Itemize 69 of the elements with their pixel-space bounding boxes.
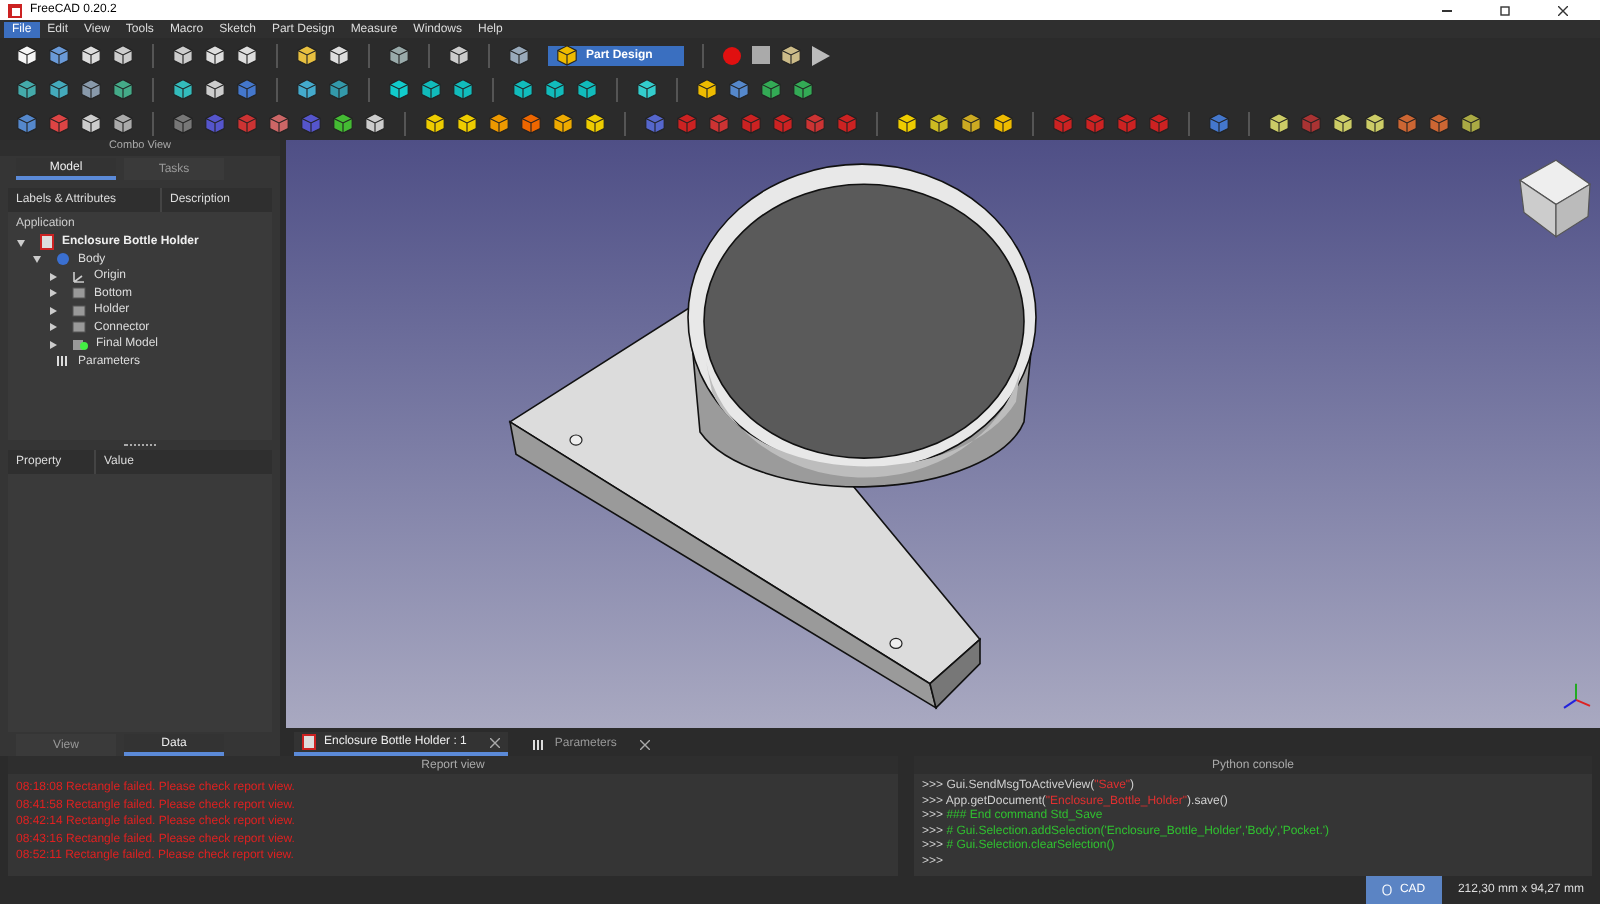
cube-icon[interactable] [236, 44, 258, 66]
cube-icon[interactable] [204, 78, 226, 100]
cube-icon[interactable] [80, 44, 102, 66]
cube-icon[interactable] [584, 112, 606, 134]
cube-icon[interactable] [456, 112, 478, 134]
cube-icon[interactable] [204, 44, 226, 66]
expand-arrow-icon[interactable] [48, 305, 58, 316]
cube-icon[interactable] [420, 78, 442, 100]
cube-icon[interactable] [448, 44, 470, 66]
document-icon [40, 234, 54, 251]
axes-icon [72, 269, 86, 284]
cube-icon[interactable] [80, 112, 102, 134]
cube-icon[interactable] [636, 78, 658, 100]
spreadsheet-icon [56, 354, 70, 369]
mouse-icon [1381, 884, 1392, 896]
cube-icon[interactable] [388, 44, 410, 66]
play-icon[interactable] [812, 45, 830, 65]
cube-icon[interactable] [452, 78, 474, 100]
cube-icon[interactable] [16, 78, 38, 100]
close-icon[interactable] [490, 737, 501, 747]
expand-arrow-icon[interactable] [16, 237, 26, 248]
expand-arrow-icon[interactable] [48, 322, 58, 333]
cube-icon[interactable] [296, 44, 318, 66]
cube-icon[interactable] [488, 112, 510, 134]
close-icon[interactable] [1558, 5, 1568, 15]
document-icon [302, 734, 316, 750]
3d-viewport[interactable] [286, 140, 1600, 728]
spreadsheet-icon [532, 737, 547, 751]
cube-icon[interactable] [1332, 112, 1354, 134]
cube-icon[interactable] [332, 112, 354, 134]
cube-icon[interactable] [896, 112, 918, 134]
cube-icon[interactable] [172, 78, 194, 100]
cube-icon[interactable] [960, 112, 982, 134]
minimize-icon[interactable] [1442, 9, 1452, 11]
cube-icon[interactable] [112, 112, 134, 134]
cube-icon[interactable] [508, 44, 530, 66]
cube-icon[interactable] [1460, 112, 1482, 134]
workbench-icon[interactable] [556, 44, 578, 66]
close-icon[interactable] [640, 739, 651, 749]
restore-icon[interactable] [1500, 5, 1510, 15]
cube-icon[interactable] [552, 112, 574, 134]
cube-icon[interactable] [16, 44, 38, 66]
cube-icon[interactable] [112, 44, 134, 66]
body-icon [56, 252, 70, 267]
cube-icon[interactable] [296, 78, 318, 100]
expand-arrow-icon[interactable] [48, 339, 58, 350]
record-icon[interactable] [722, 45, 742, 65]
expand-arrow-icon[interactable] [48, 288, 58, 299]
cube-icon[interactable] [544, 78, 566, 100]
expand-arrow-icon[interactable] [32, 254, 42, 265]
expand-arrow-icon[interactable] [48, 271, 58, 282]
cube-icon[interactable] [576, 78, 598, 100]
cube-icon[interactable] [172, 44, 194, 66]
macro-icon[interactable] [780, 44, 802, 66]
cube-icon[interactable] [388, 78, 410, 100]
cube-icon[interactable] [512, 78, 534, 100]
cube-icon[interactable] [364, 112, 386, 134]
cube-icon[interactable] [992, 112, 1014, 134]
cube-icon[interactable] [696, 78, 718, 100]
cube-icon[interactable] [424, 112, 446, 134]
axis-icon [1563, 683, 1591, 709]
cube-icon[interactable] [328, 44, 350, 66]
cube-icon[interactable] [48, 78, 70, 100]
navigation-cube-icon[interactable] [1518, 159, 1592, 238]
cube-icon[interactable] [1268, 112, 1290, 134]
cube-icon[interactable] [1364, 112, 1386, 134]
python-console[interactable] [914, 774, 1592, 876]
3d-model-drawing[interactable] [508, 163, 1037, 710]
cube-icon[interactable] [928, 112, 950, 134]
